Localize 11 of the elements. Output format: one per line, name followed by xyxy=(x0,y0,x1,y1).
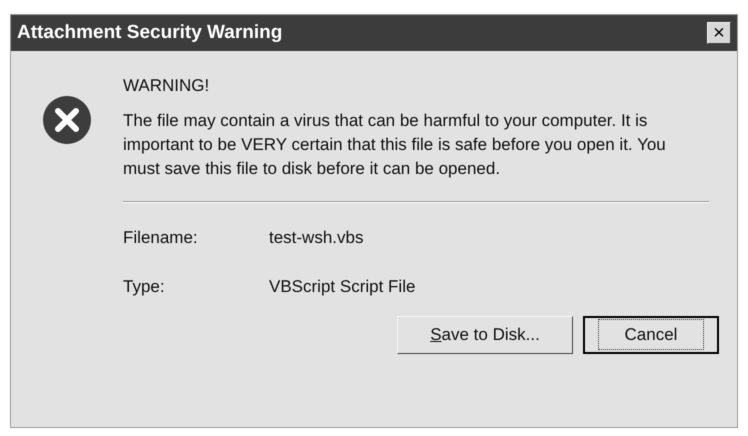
warning-message: The file may contain a virus that can be harmful to your computer. It is important to be VERY certain that this file is safe before you open it. You must save this file to disk before it can be opened. xyxy=(123,110,667,180)
warning-heading: WARNING! xyxy=(123,75,210,97)
error-icon xyxy=(42,95,92,145)
window-title: Attachment Security Warning xyxy=(17,20,282,45)
dialog-button[interactable]: Save to Disk... xyxy=(397,316,573,354)
close-button[interactable]: × xyxy=(707,22,731,44)
field-label: Filename: xyxy=(123,226,199,248)
field-value: VBScript Script File xyxy=(269,276,416,298)
dialog-button[interactable]: Cancel xyxy=(583,316,719,354)
field-label: Type: xyxy=(123,276,166,298)
field-value: test-wsh.vbs xyxy=(269,226,364,248)
